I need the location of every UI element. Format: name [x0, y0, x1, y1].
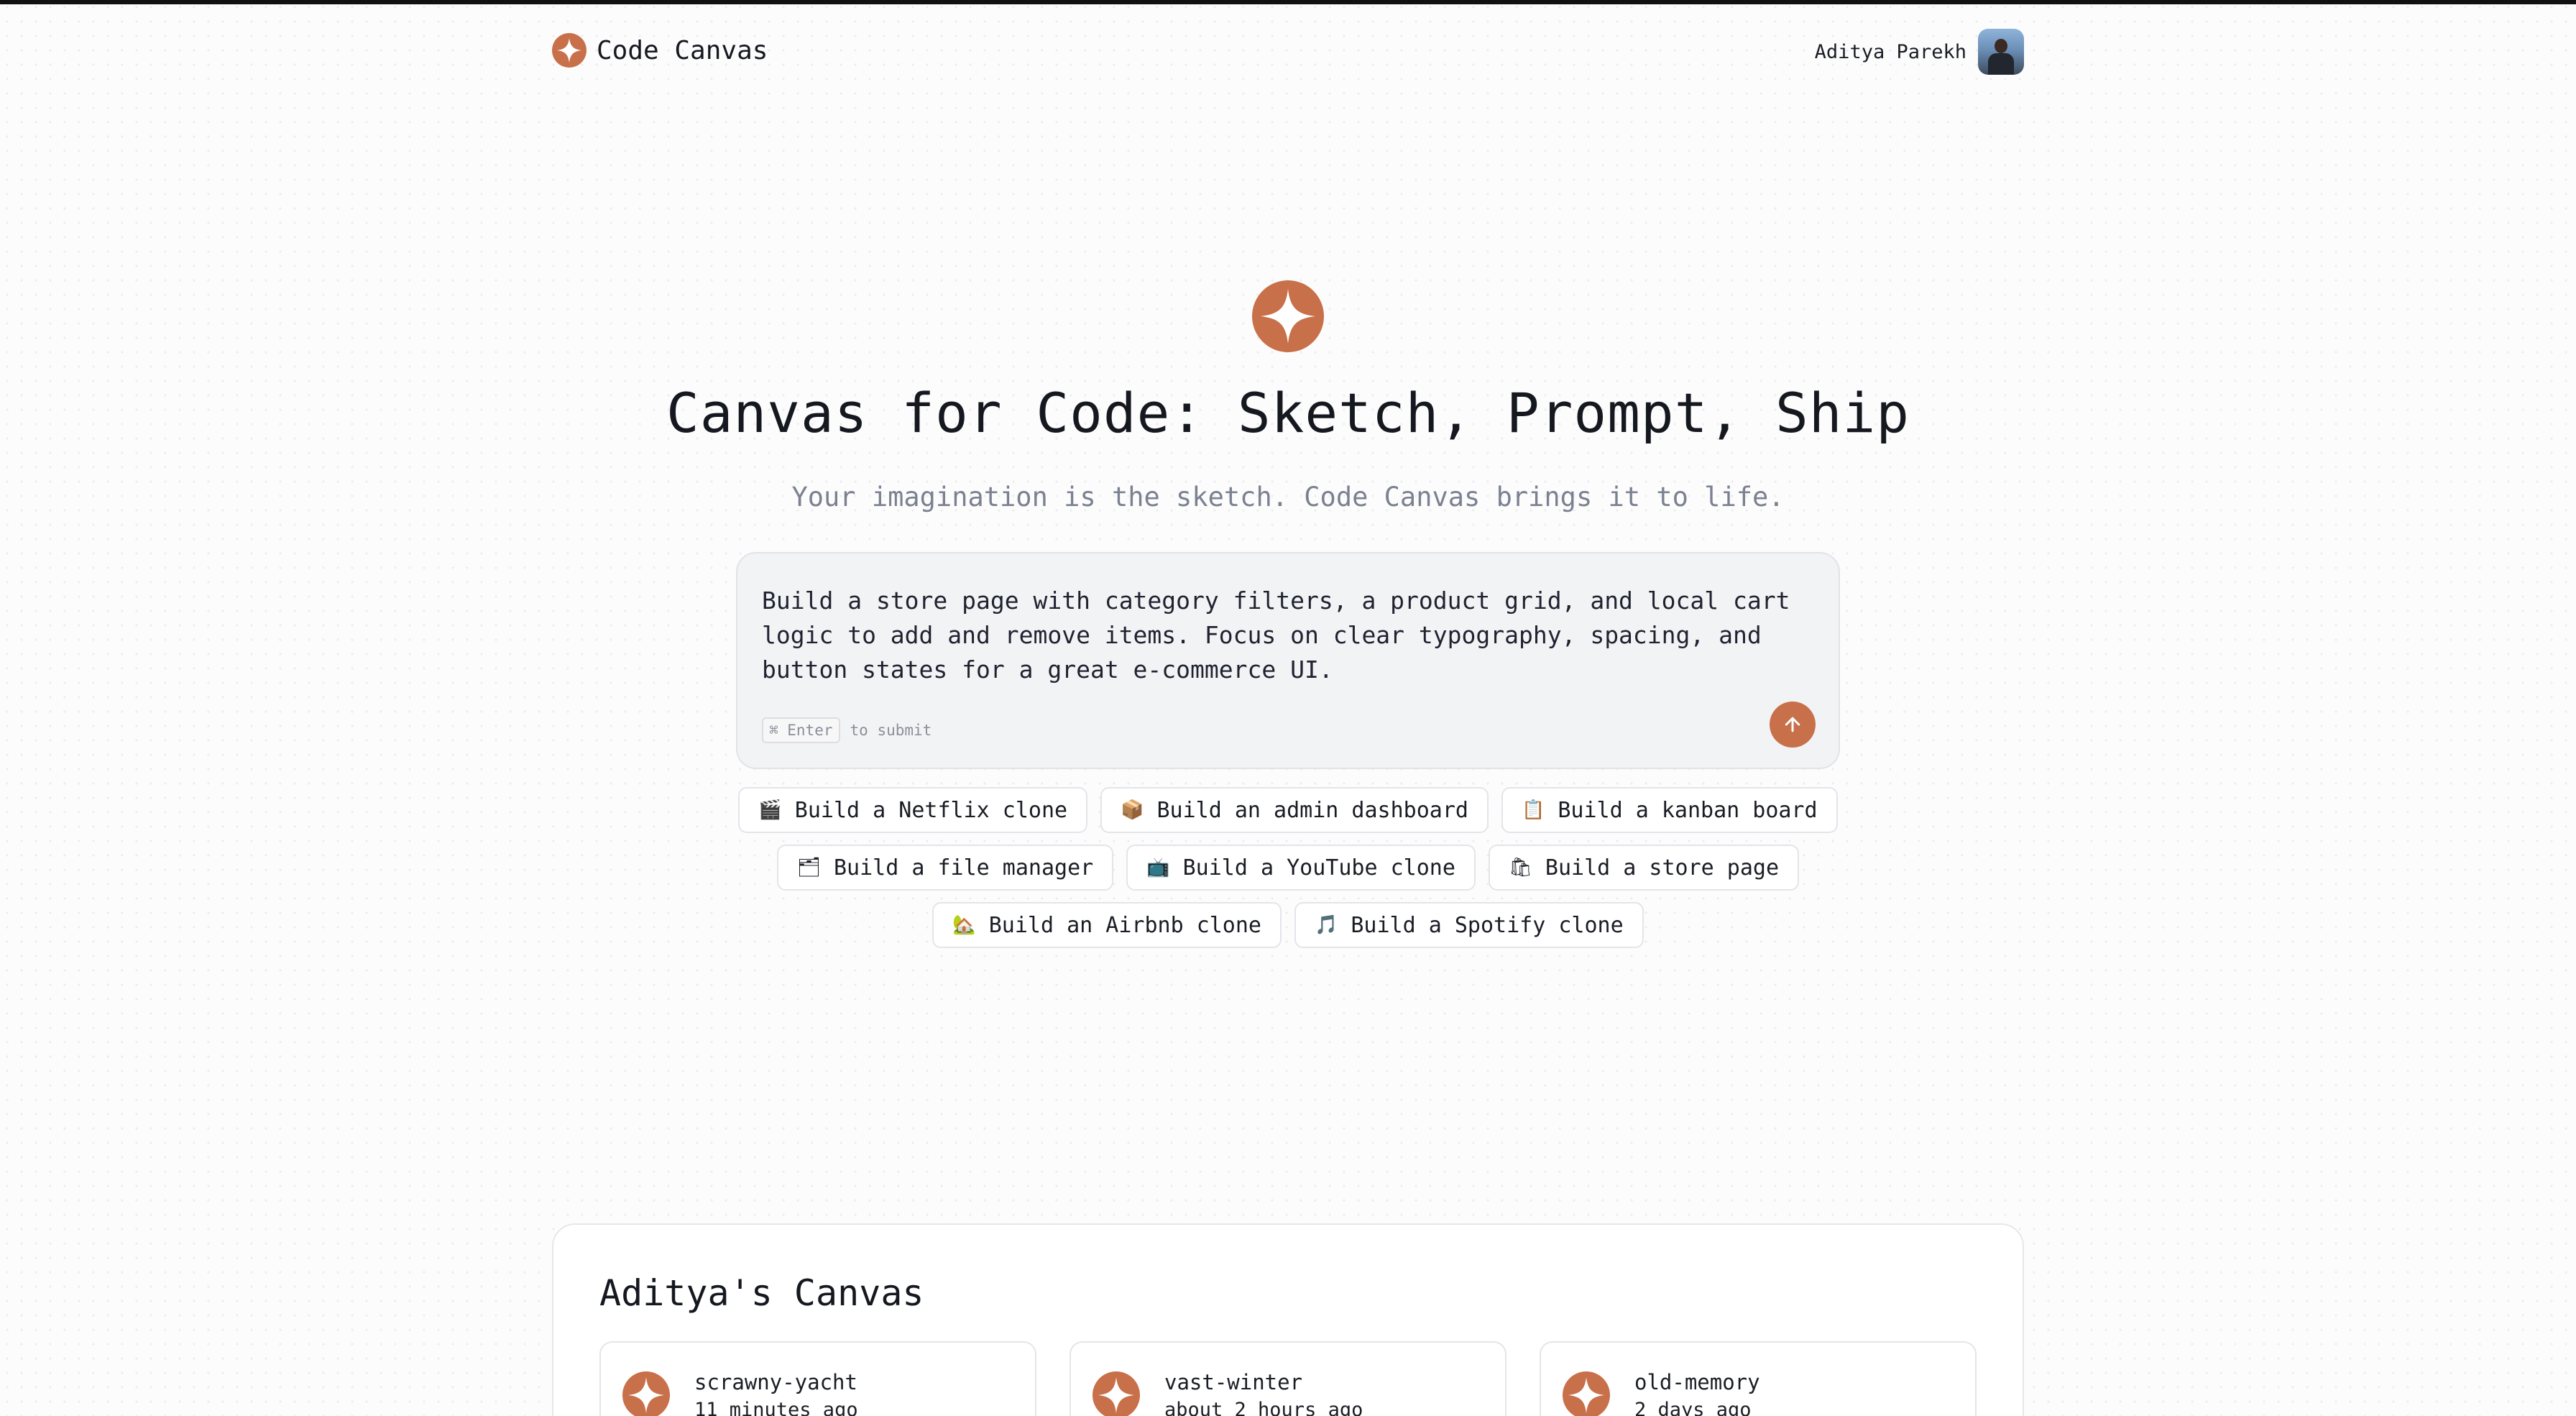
suggestion-label: Build a kanban board — [1558, 797, 1818, 823]
suggestion-youtube[interactable]: 📺 Build a YouTube clone — [1126, 845, 1476, 891]
file-box-icon: 🗂 — [796, 857, 821, 878]
suggestion-spotify[interactable]: 🎵 Build a Spotify clone — [1294, 902, 1644, 948]
suggestion-label: Build a store page — [1545, 855, 1780, 881]
project-card[interactable]: vast-winter about 2 hours ago — [1070, 1341, 1506, 1416]
project-time: 2 days ago — [1634, 1399, 1752, 1416]
submit-button[interactable] — [1770, 702, 1816, 748]
shopping-bags-icon: 🛍 — [1508, 857, 1532, 878]
suggestion-label: Build a file manager — [833, 855, 1094, 881]
project-sparkle-icon — [1563, 1371, 1610, 1416]
suggestion-row-3: 🏡 Build an Airbnb clone 🎵 Build a Spotify … — [0, 902, 2576, 948]
hero-sparkle-logo-icon — [1252, 280, 1324, 352]
package-icon: 📦 — [1121, 799, 1144, 821]
user-name: Aditya Parekh — [1814, 40, 1966, 63]
suggestion-netflix[interactable]: 🎬 Build a Netflix clone — [738, 787, 1088, 833]
house-icon: 🏡 — [952, 914, 976, 936]
suggestion-label: Build a YouTube clone — [1182, 855, 1455, 881]
brand-name: Code Canvas — [597, 35, 768, 65]
avatar-torso — [1988, 53, 2014, 75]
suggestion-admin-dashboard[interactable]: 📦 Build an admin dashboard — [1100, 787, 1489, 833]
project-card[interactable]: old-memory 2 days ago — [1540, 1341, 1977, 1416]
project-name: old-memory — [1634, 1370, 1760, 1394]
suggestion-store-page[interactable]: 🛍 Build a store page — [1488, 845, 1800, 891]
window-top-border — [0, 0, 2576, 4]
suggestion-row-1: 🎬 Build a Netflix clone 📦 Build an admin d… — [0, 787, 2576, 833]
suggestion-label: Build a Spotify clone — [1351, 912, 1624, 938]
prompt-input[interactable]: Build a store page with category filters… — [736, 552, 1840, 769]
page-title: Canvas for Code: Sketch, Prompt, Ship — [666, 381, 1910, 445]
project-card[interactable]: scrawny-yacht 11 minutes ago — [599, 1341, 1036, 1416]
user-avatar[interactable] — [1978, 29, 2024, 75]
project-time: 11 minutes ago — [694, 1399, 858, 1416]
brand-link[interactable]: Code Canvas — [552, 33, 768, 68]
suggestion-label: Build a Netflix clone — [794, 797, 1068, 823]
project-name: scrawny-yacht — [694, 1370, 857, 1394]
music-note-icon: 🎵 — [1315, 914, 1338, 936]
canvas-panel: Aditya's Canvas scrawny-yacht 11 minutes… — [552, 1223, 2024, 1416]
user-menu[interactable]: Aditya Parekh — [1815, 29, 2024, 75]
suggestion-label: Build an Airbnb clone — [988, 912, 1261, 938]
project-time: about 2 hours ago — [1164, 1399, 1363, 1416]
sparkle-logo-icon — [552, 33, 586, 68]
canvas-title: Aditya's Canvas — [599, 1272, 924, 1314]
submit-hint: ⌘ Enter to submit — [762, 717, 932, 743]
project-name: vast-winter — [1164, 1370, 1303, 1394]
prompt-text[interactable]: Build a store page with category filters… — [762, 584, 1797, 687]
keyboard-shortcut: ⌘ Enter — [762, 717, 840, 743]
avatar-head — [1995, 39, 2007, 53]
clapper-icon: 🎬 — [758, 799, 782, 821]
suggestion-airbnb[interactable]: 🏡 Build an Airbnb clone — [932, 902, 1282, 948]
suggestion-kanban[interactable]: 📋 Build a kanban board — [1501, 787, 1838, 833]
suggestion-row-2: 🗂 Build a file manager 📺 Build a YouTube c… — [0, 845, 2576, 891]
header: Code Canvas Aditya Parekh — [552, 29, 2024, 75]
clipboard-icon: 📋 — [1521, 799, 1545, 821]
arrow-up-icon — [1785, 717, 1800, 732]
tv-icon: 📺 — [1146, 857, 1170, 878]
page-subtitle: Your imagination is the sketch. Code Can… — [791, 482, 1785, 512]
project-sparkle-icon — [1092, 1371, 1140, 1416]
suggestion-label: Build an admin dashboard — [1156, 797, 1468, 823]
submit-hint-text: to submit — [850, 722, 932, 739]
suggestion-file-manager[interactable]: 🗂 Build a file manager — [776, 845, 1114, 891]
project-sparkle-icon — [622, 1371, 670, 1416]
